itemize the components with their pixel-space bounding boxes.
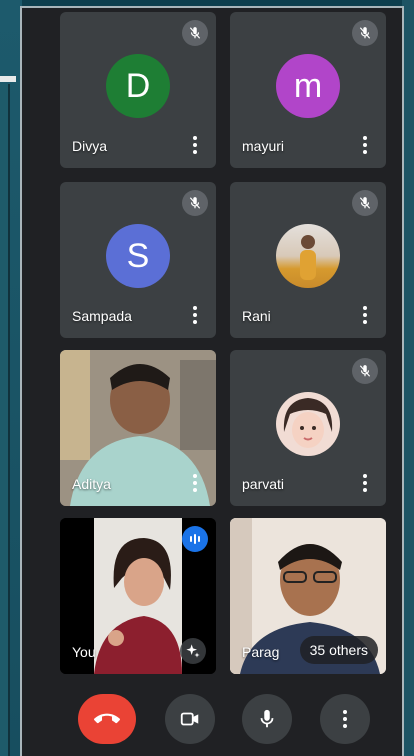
- participant-tile-you[interactable]: You: [60, 518, 216, 674]
- mic-off-icon: [352, 190, 378, 216]
- participant-name: mayuri: [242, 138, 285, 154]
- participant-name: You: [72, 644, 96, 660]
- end-call-icon: [94, 713, 120, 724]
- more-vert-icon[interactable]: [362, 306, 368, 324]
- microphone-icon: [260, 709, 274, 728]
- participant-name: Rani: [242, 308, 271, 324]
- participant-name: parvati: [242, 476, 285, 492]
- more-vert-icon[interactable]: [362, 474, 368, 492]
- participant-tile-sampada[interactable]: S Sampada: [60, 182, 216, 338]
- call-controls-bar: [22, 694, 402, 746]
- participant-name: Parag: [242, 644, 280, 660]
- participant-name: Aditya: [72, 476, 111, 492]
- microphone-button[interactable]: [242, 694, 292, 744]
- others-count-pill[interactable]: 35 others: [299, 636, 378, 664]
- participant-tile-rani[interactable]: Rani: [230, 182, 386, 338]
- background-window-edge: [0, 84, 10, 756]
- audio-level-icon: [182, 526, 208, 552]
- avatar: D: [106, 54, 170, 118]
- more-vert-icon[interactable]: [192, 136, 198, 154]
- participant-tile-divya[interactable]: D Divya: [60, 12, 216, 168]
- mic-off-icon: [182, 190, 208, 216]
- participant-name: Sampada: [72, 308, 132, 324]
- more-vert-icon[interactable]: [192, 474, 198, 492]
- participant-tile-aditya[interactable]: Aditya: [60, 350, 216, 506]
- avatar: S: [106, 224, 170, 288]
- profile-photo-avatar: [276, 392, 340, 456]
- mic-off-icon: [352, 20, 378, 46]
- participant-tile-parag[interactable]: Parag 35 others: [230, 518, 386, 674]
- background-window-strip: [0, 76, 16, 82]
- participant-tile-parvati[interactable]: parvati: [230, 350, 386, 506]
- avatar: m: [276, 54, 340, 118]
- more-vert-icon[interactable]: [192, 306, 198, 324]
- meet-call-screen: D Divya m mayuri S Sampada Rani Aditya p…: [20, 6, 404, 756]
- end-call-button[interactable]: [78, 694, 136, 744]
- camera-button[interactable]: [165, 694, 215, 744]
- participant-tile-mayuri[interactable]: m mayuri: [230, 12, 386, 168]
- mic-off-icon: [182, 20, 208, 46]
- more-options-button[interactable]: [320, 694, 370, 744]
- video-camera-icon: [180, 712, 199, 726]
- more-options-icon: [342, 710, 348, 728]
- more-vert-icon[interactable]: [362, 136, 368, 154]
- mic-off-icon: [352, 358, 378, 384]
- profile-photo-avatar: [276, 224, 340, 288]
- participant-name: Divya: [72, 138, 108, 154]
- sparkle-effects-icon[interactable]: [180, 638, 206, 664]
